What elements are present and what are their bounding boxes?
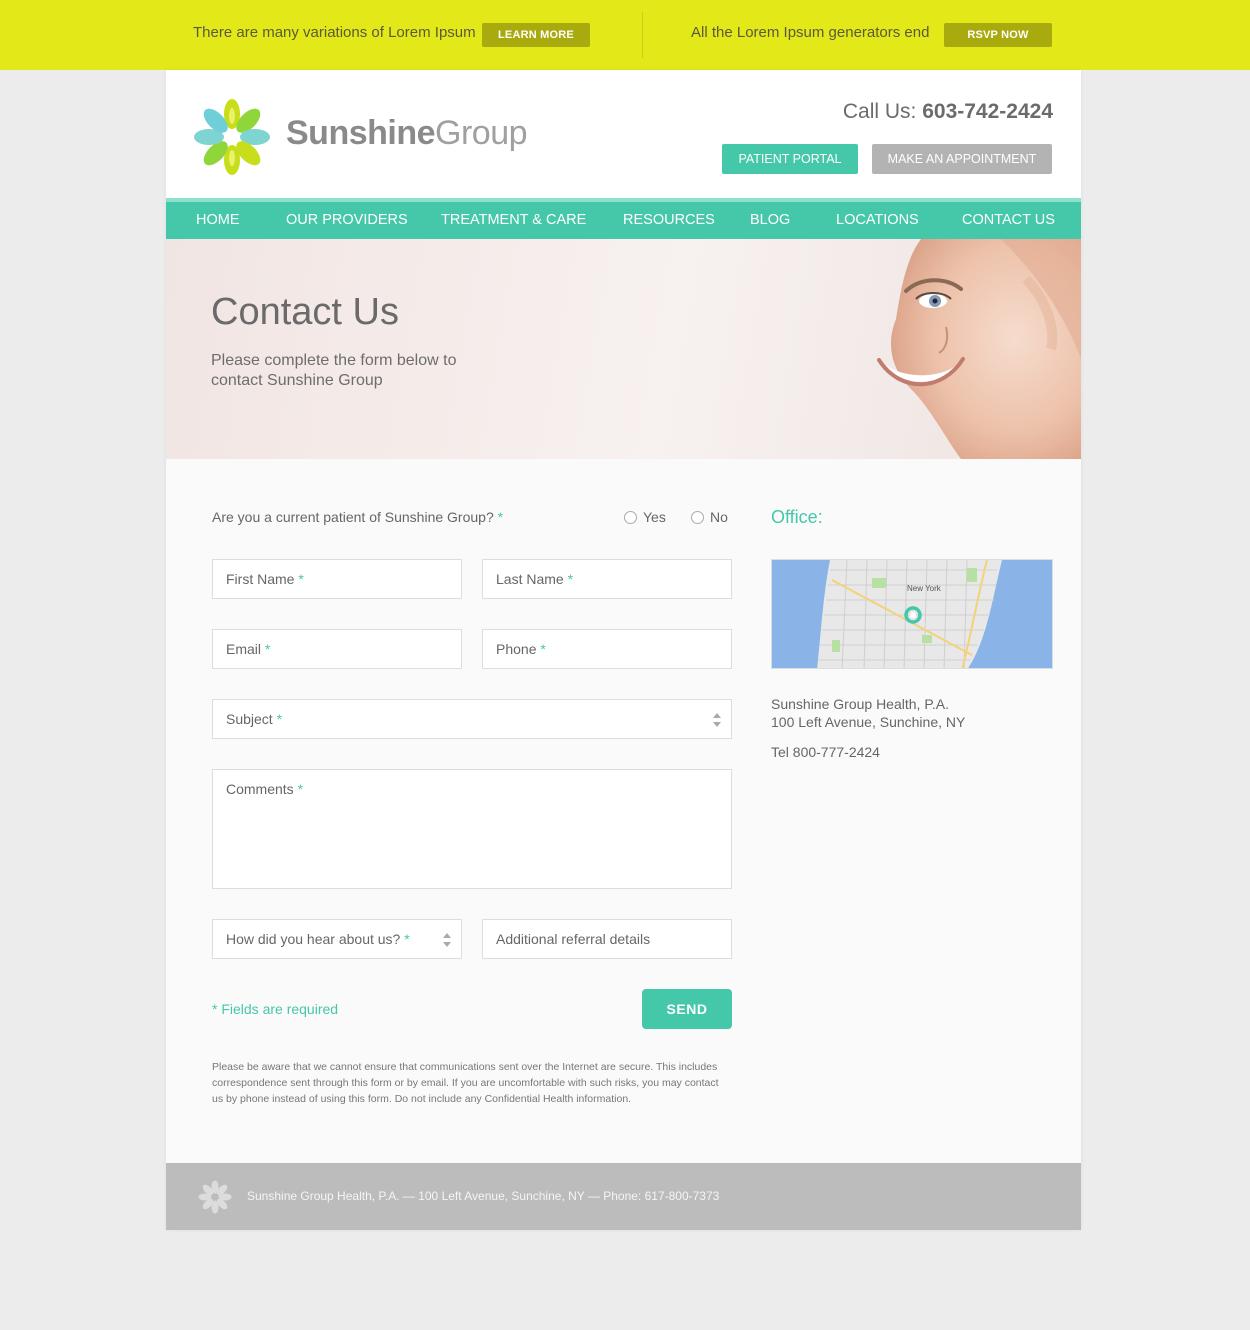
office-tel[interactable]: Tel 800-777-2424 — [771, 744, 880, 760]
radio-no-label: No — [710, 509, 728, 525]
email-placeholder: Email * — [226, 641, 271, 657]
subject-select[interactable]: Subject * — [212, 699, 732, 739]
radio-no-circle[interactable] — [691, 511, 704, 524]
call-label: Call Us: — [842, 100, 917, 123]
map-label-new-york: New York — [907, 584, 942, 593]
map-image: New York — [772, 560, 1052, 668]
nav-item-home[interactable]: HOME — [196, 202, 240, 239]
referral-placeholder: Additional referral details — [496, 931, 651, 947]
rsvp-now-button[interactable]: RSVP NOW — [944, 23, 1052, 47]
site-footer: Sunshine Group Health, P.A. — 100 Left A… — [166, 1163, 1081, 1230]
hero-banner: Contact Us Please complete the form belo… — [166, 239, 1081, 459]
nav-item-treatment-care[interactable]: TREATMENT & CARE — [441, 202, 586, 239]
first-name-placeholder: First Name * — [226, 571, 304, 587]
sunshine-flower-logo-icon[interactable] — [192, 97, 272, 177]
call-number[interactable]: 603-742-2424 — [922, 100, 1053, 123]
promo-divider — [642, 12, 643, 58]
nav-item-blog[interactable]: BLOG — [750, 202, 790, 239]
subject-placeholder: Subject * — [226, 711, 283, 727]
last-name-field[interactable]: Last Name * — [482, 559, 732, 599]
page-container: SunshineGroup Call Us: 603-742-2424 PATI… — [166, 70, 1081, 1230]
make-appointment-button[interactable]: MAKE AN APPOINTMENT — [872, 144, 1052, 174]
office-address-line1: Sunshine Group Health, P.A. — [771, 696, 949, 712]
logo-light-text: Group — [435, 114, 528, 152]
required-asterisk: * — [497, 509, 504, 525]
footer-flower-logo-icon — [198, 1180, 232, 1214]
main-nav: HOME OUR PROVIDERS TREATMENT & CARE RESO… — [166, 202, 1081, 239]
select-arrows-icon — [713, 713, 721, 727]
radio-yes-circle[interactable] — [624, 511, 637, 524]
patient-question-text: Are you a current patient of Sunshine Gr… — [212, 509, 494, 525]
comments-textarea[interactable]: Comments * — [212, 769, 732, 889]
hear-about-select[interactable]: How did you hear about us? * — [212, 919, 462, 959]
logo-bold-text: Sunshine — [286, 114, 436, 152]
learn-more-button[interactable]: LEARN MORE — [482, 23, 590, 47]
email-field[interactable]: Email * — [212, 629, 462, 669]
phone-placeholder: Phone * — [496, 641, 546, 657]
radio-no[interactable]: No — [691, 509, 728, 525]
patient-portal-button[interactable]: PATIENT PORTAL — [722, 144, 858, 174]
promo-right-text: All the Lorem Ipsum generators end — [691, 24, 930, 41]
smiling-woman-image — [877, 239, 1081, 459]
last-name-placeholder: Last Name * — [496, 571, 574, 587]
radio-yes-label: Yes — [643, 509, 666, 525]
comments-placeholder: Comments * — [226, 781, 304, 797]
office-map[interactable]: New York — [771, 559, 1053, 669]
radio-yes[interactable]: Yes — [624, 509, 666, 525]
first-name-field[interactable]: First Name * — [212, 559, 462, 599]
site-header: SunshineGroup Call Us: 603-742-2424 PATI… — [166, 70, 1081, 200]
office-address-line2: 100 Left Avenue, Sunchine, NY — [771, 714, 966, 730]
hear-about-placeholder: How did you hear about us? * — [226, 931, 410, 947]
send-button[interactable]: SEND — [642, 989, 732, 1029]
nav-item-locations[interactable]: LOCATIONS — [836, 202, 919, 239]
page-subtitle: Please complete the form below to contac… — [211, 352, 457, 389]
office-heading: Office: — [771, 507, 823, 527]
office-address: Sunshine Group Health, P.A. 100 Left Ave… — [771, 695, 965, 731]
promo-left-text: There are many variations of Lorem Ipsum — [193, 24, 476, 41]
page-title: Contact Us — [211, 291, 399, 333]
security-disclaimer: Please be aware that we cannot ensure th… — [212, 1061, 719, 1105]
footer-contact-text: Sunshine Group Health, P.A. — 100 Left A… — [247, 1189, 720, 1203]
required-fields-note: * Fields are required — [212, 1001, 339, 1017]
nav-item-resources[interactable]: RESOURCES — [623, 202, 715, 239]
referral-details-field[interactable]: Additional referral details — [482, 919, 732, 959]
phone-field[interactable]: Phone * — [482, 629, 732, 669]
select-arrows-icon — [443, 933, 451, 947]
patient-question-label: Are you a current patient of Sunshine Gr… — [212, 509, 503, 525]
call-us: Call Us: 603-742-2424 — [843, 100, 1053, 124]
logo-wordmark[interactable]: SunshineGroup — [286, 114, 528, 153]
nav-item-our-providers[interactable]: OUR PROVIDERS — [286, 202, 408, 239]
nav-item-contact-us[interactable]: CONTACT US — [962, 202, 1055, 239]
promo-bar: There are many variations of Lorem Ipsum… — [0, 0, 1250, 70]
